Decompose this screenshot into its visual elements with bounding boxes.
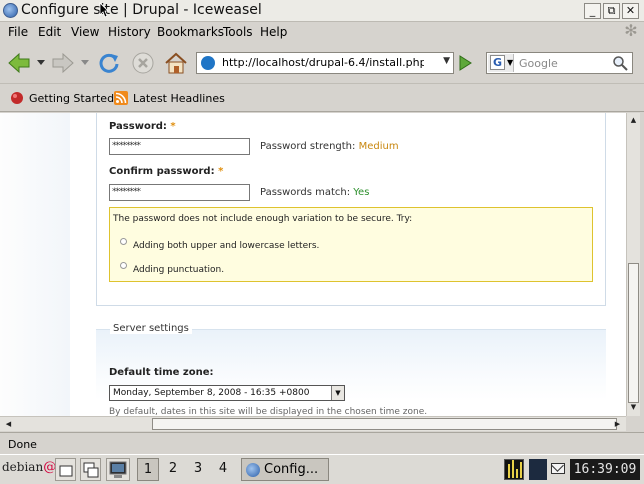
menu-file[interactable]: File [8,25,28,39]
bullet-icon [120,262,127,269]
workspace-4[interactable]: 4 [212,458,234,481]
horizontal-scroll-thumb[interactable] [152,418,617,430]
menu-edit[interactable]: Edit [38,25,61,39]
password-suggestions-box: The password does not include enough var… [109,207,593,282]
menu-history[interactable]: History [108,25,151,39]
horizontal-scrollbar[interactable]: ◀ ▶ [0,416,626,431]
timezone-selected-value: Monday, September 8, 2008 - 16:35 +0800 [113,388,310,398]
mouse-cursor-icon [99,2,109,18]
suggestion-item: Adding both upper and lowercase letters. [120,238,319,251]
workspace-3[interactable]: 3 [187,458,209,481]
bookmark-latest-headlines[interactable]: Latest Headlines [114,91,225,105]
title-bar: Configure site | Drupal - Iceweasel _ ⧉ … [0,0,644,22]
url-bar[interactable]: http://localhost/drupal-6.4/install.php?… [196,52,454,74]
close-button[interactable]: ✕ [622,3,639,19]
show-desktop-button[interactable] [55,458,76,481]
taskbar-window-label: Config... [264,462,319,477]
debian-bookmark-icon [11,92,23,104]
desktop-panel: debian@ 1 2 3 4 Config... 16:39:09 [0,454,644,484]
search-input[interactable]: Google [519,57,558,70]
timezone-description: By default, dates in this site will be d… [109,407,428,416]
confirm-password-field[interactable]: ******** [109,184,250,201]
status-bar: Done [0,432,644,454]
screen: Configure site | Drupal - Iceweasel _ ⧉ … [0,0,644,484]
required-marker: * [170,121,176,132]
go-arrow-icon[interactable] [455,53,475,73]
google-icon: G [490,55,505,70]
status-text: Done [8,438,37,451]
scrollbar-corner [626,416,640,431]
terminal-launcher[interactable] [106,458,130,481]
bookmarks-toolbar: Getting Started Latest Headlines [0,84,644,112]
forward-history-dropdown-icon[interactable] [81,60,89,66]
scroll-right-icon[interactable]: ▶ [611,418,624,431]
engine-dropdown-icon: ▼ [507,58,514,67]
password-strength-indicator: Password strength: Medium [260,141,399,152]
menu-help[interactable]: Help [260,25,287,39]
taskbar-window-button[interactable]: Config... [241,458,329,481]
page-margin [0,113,70,416]
stop-icon[interactable] [130,50,156,76]
search-engine-selector[interactable]: G ▼ [488,54,514,72]
cpu-monitor-icon[interactable] [504,459,524,480]
back-history-dropdown-icon[interactable] [37,60,45,66]
window-list-icon [83,462,99,478]
desktop-icon [59,465,73,477]
maximize-button[interactable]: ⧉ [603,3,620,19]
debian-menu-button[interactable]: debian@ [2,460,56,475]
page-content: Password: * ******** Password strength: … [0,113,626,416]
bullet-icon [120,238,127,245]
url-text[interactable]: http://localhost/drupal-6.4/install.php?… [222,56,424,69]
iceweasel-icon [3,3,18,18]
rss-feed-icon [114,91,128,105]
vertical-scroll-thumb[interactable] [628,263,639,403]
menu-bookmarks[interactable]: Bookmarks [157,25,224,39]
chevron-down-icon[interactable]: ▼ [331,386,344,400]
confirm-password-label: Confirm password: * [109,166,224,177]
debian-label: debian [2,460,44,474]
required-marker: * [218,166,224,177]
passwords-match-indicator: Passwords match: Yes [260,187,370,198]
bookmark-getting-started[interactable]: Getting Started [10,91,114,105]
clock[interactable]: 16:39:09 [570,459,640,480]
monitor-icon [109,461,127,478]
suggestion-item: Adding punctuation. [120,262,224,275]
network-monitor-icon[interactable] [529,459,547,480]
timezone-label: Default time zone: [109,367,214,378]
scroll-up-icon[interactable]: ▲ [627,114,640,127]
reload-icon[interactable] [96,50,122,76]
menu-bar: File Edit View History Bookmarks Tools H… [0,22,644,42]
magnifier-icon[interactable] [612,55,628,71]
menu-view[interactable]: View [71,25,99,39]
back-arrow-icon[interactable] [6,50,32,76]
password-label: Password: * [109,121,176,132]
scroll-down-icon[interactable]: ▼ [627,401,640,414]
workspace-2[interactable]: 2 [162,458,184,481]
forward-arrow-icon[interactable] [50,50,76,76]
mail-icon[interactable] [551,463,565,474]
menu-tools[interactable]: Tools [223,25,253,39]
password-field[interactable]: ******** [109,138,250,155]
window-title: Configure site | Drupal - Iceweasel [21,2,262,18]
vertical-scrollbar[interactable]: ▲ ▼ [626,113,640,416]
iceweasel-icon [246,463,260,477]
server-settings-legend: Server settings [110,323,192,334]
search-bar[interactable]: G ▼ Google [486,52,633,74]
password-strength-value: Medium [358,141,399,152]
window-list-button[interactable] [80,458,101,481]
workspace-1[interactable]: 1 [137,458,159,481]
passwords-match-value: Yes [353,187,370,198]
bookmark-label: Getting Started [29,92,115,105]
password-warning-message: The password does not include enough var… [113,214,413,224]
scroll-left-icon[interactable]: ◀ [2,418,15,431]
url-dropdown-icon[interactable]: ▼ [443,56,450,66]
bookmark-label: Latest Headlines [133,92,225,105]
drupal-favicon-icon [201,56,215,70]
minimize-button[interactable]: _ [584,3,601,19]
home-icon[interactable] [163,50,189,76]
throbber-icon: ✻ [624,21,638,40]
timezone-select[interactable]: Monday, September 8, 2008 - 16:35 +0800 … [109,385,345,401]
